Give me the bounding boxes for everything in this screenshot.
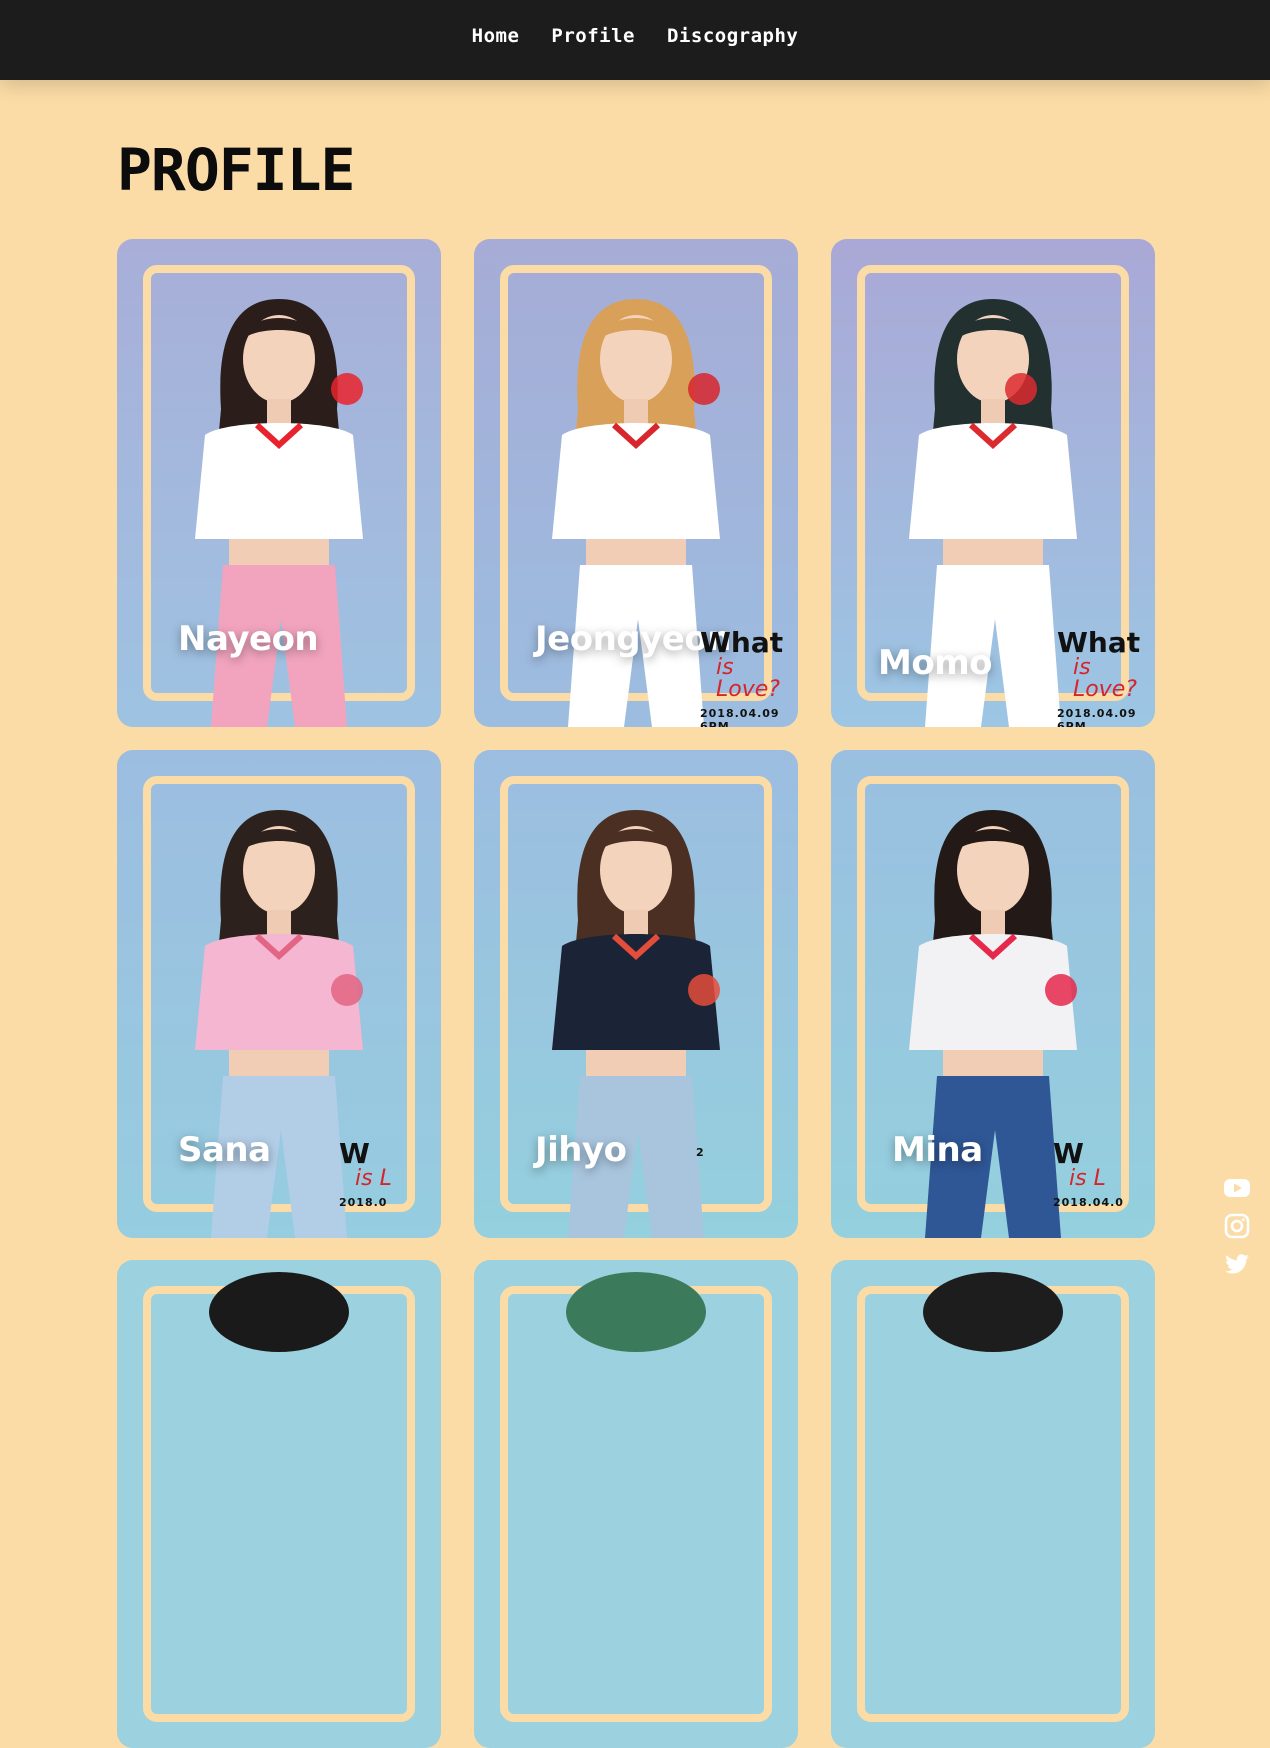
twitter-icon[interactable]: [1223, 1250, 1251, 1278]
member-card[interactable]: Momo What is Love? 2018.04.09 6PM: [831, 239, 1155, 727]
member-photo: [209, 1272, 349, 1352]
member-photo: [923, 1272, 1063, 1352]
album-promo-text: 2: [696, 1140, 712, 1159]
promo-line: W: [339, 1137, 370, 1170]
member-card[interactable]: Jihyo 2: [474, 750, 798, 1238]
youtube-icon[interactable]: [1223, 1174, 1251, 1202]
member-card[interactable]: Sana Wis L 2018.0: [117, 750, 441, 1238]
promo-line: is Love?: [716, 655, 780, 702]
social-links: [1222, 1174, 1252, 1278]
album-promo-text: Wis L 2018.04.0: [1053, 1137, 1124, 1210]
nav-discography-link[interactable]: Discography: [667, 25, 798, 47]
member-card[interactable]: [117, 1260, 441, 1748]
promo-line: What: [1057, 626, 1141, 659]
album-promo-text: What is Love? 2018.04.09 6PM: [700, 626, 798, 728]
top-navigation: Home Profile Discography: [0, 0, 1270, 80]
member-name: Jihyo: [535, 1130, 627, 1170]
nav-profile-link[interactable]: Profile: [551, 25, 635, 47]
member-photo: [195, 810, 363, 1238]
member-card[interactable]: Nayeon: [117, 239, 441, 727]
album-promo-text: What is Love? 2018.04.09 6PM: [1057, 626, 1155, 728]
album-promo-text: Wis L 2018.0: [339, 1137, 392, 1210]
member-card[interactable]: [831, 1260, 1155, 1748]
instagram-icon[interactable]: [1223, 1212, 1251, 1240]
member-card[interactable]: [474, 1260, 798, 1748]
promo-line: is Love?: [1073, 655, 1137, 702]
promo-line: 2: [696, 1146, 705, 1159]
profile-grid: Nayeon Jeongyeon What is Love? 2018.04.09 6P…: [117, 239, 1155, 1748]
nav-home-link[interactable]: Home: [472, 25, 520, 47]
promo-line: 2018.0: [339, 1196, 388, 1209]
member-photo: [552, 810, 720, 1238]
promo-line: 2018.04.09 6PM: [1057, 707, 1137, 727]
member-name: Nayeon: [178, 619, 319, 659]
member-name: Mina: [892, 1130, 983, 1170]
member-name: Momo: [878, 643, 992, 683]
promo-line: W: [1053, 1137, 1084, 1170]
member-card[interactable]: Mina Wis L 2018.04.0: [831, 750, 1155, 1238]
page-title: PROFILE: [117, 136, 355, 204]
member-card[interactable]: Jeongyeon What is Love? 2018.04.09 6PM: [474, 239, 798, 727]
promo-line: 2018.04.09 6PM: [700, 707, 780, 727]
promo-line: 2018.04.0: [1053, 1196, 1124, 1209]
promo-line: is L: [1069, 1166, 1106, 1191]
member-name: Sana: [178, 1130, 271, 1170]
promo-line: is L: [355, 1166, 392, 1191]
member-photo: [566, 1272, 706, 1352]
promo-line: What: [700, 626, 784, 659]
